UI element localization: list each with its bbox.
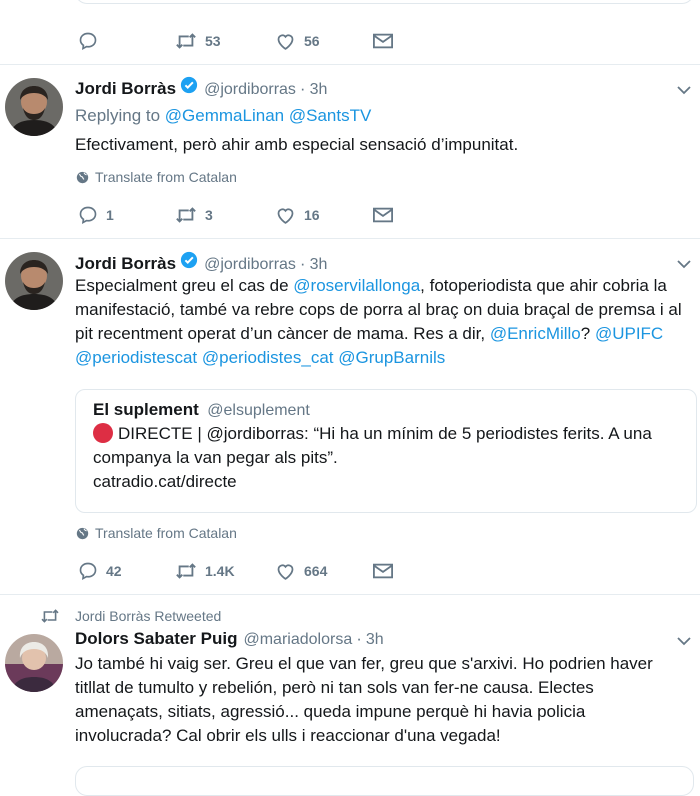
like-button[interactable]: 56 (275, 29, 320, 53)
display-name[interactable]: Jordi Borràs (75, 78, 176, 100)
like-count: 664 (304, 563, 328, 579)
mention-link[interactable]: @GemmaLinan (165, 106, 284, 125)
separator-dot: · (299, 254, 306, 273)
mention-link[interactable]: @UPIFC (595, 324, 663, 343)
globe-icon (76, 527, 89, 539)
replying-prefix: Replying to (75, 106, 161, 125)
tweet-header: Jordi Borràs @jordiborras · 3h (75, 76, 327, 101)
mention-link[interactable]: @periodistes_cat (202, 348, 334, 367)
retweeted-context: Jordi Borràs Retweeted (0, 607, 700, 625)
tweet-text: Especialment greu el cas de @roservilall… (75, 274, 686, 370)
retweet-count: 3 (205, 207, 213, 223)
text-segment: Especialment greu el cas de (75, 276, 294, 295)
quoted-link[interactable]: catradio.cat/directe (93, 470, 684, 494)
display-name[interactable]: Jordi Borràs (75, 253, 176, 275)
like-button[interactable]: 16 (275, 203, 320, 227)
separator-dot: · (356, 629, 362, 648)
reply-icon (79, 32, 97, 51)
envelope-icon (373, 563, 393, 579)
translate-link[interactable]: Translate from Catalan (76, 169, 237, 185)
mention-link[interactable]: @roservilallonga (293, 276, 420, 295)
quoted-body: DIRECTE | @jordiborras: “Hi ha un mínim … (93, 424, 652, 467)
separator-dot: · (299, 79, 306, 98)
quoted-handle: @elsuplement (207, 402, 310, 419)
timestamp[interactable]: 3h (310, 79, 328, 101)
like-count: 56 (304, 33, 320, 49)
mention-link[interactable]: @EnricMillo (490, 324, 581, 343)
mention-link[interactable]: @periodistescat (75, 348, 197, 367)
quoted-tweet[interactable]: El suplement @elsuplement DIRECTE | @jor… (75, 389, 697, 513)
heart-icon (277, 564, 294, 580)
divider (0, 594, 700, 595)
divider (0, 64, 700, 65)
chevron-down-icon[interactable] (676, 256, 692, 272)
envelope-icon (373, 207, 393, 223)
avatar[interactable] (5, 634, 63, 692)
like-count: 16 (304, 207, 320, 223)
retweet-button[interactable]: 1.4K (175, 559, 235, 583)
chevron-down-icon[interactable] (676, 82, 692, 98)
verified-badge-icon (180, 76, 198, 94)
handle[interactable]: @mariadolorsa (243, 629, 352, 651)
translate-link[interactable]: Translate from Catalan (76, 525, 237, 541)
retweet-icon (41, 609, 59, 623)
retweet-count: 53 (205, 33, 221, 49)
avatar[interactable] (5, 78, 63, 136)
reply-count: 42 (106, 563, 122, 579)
message-button[interactable] (373, 29, 393, 53)
mention-link[interactable]: @GrupBarnils (338, 348, 445, 367)
heart-icon (277, 208, 294, 224)
red-circle-icon (93, 423, 113, 443)
translate-label: Translate from Catalan (95, 169, 237, 185)
mention-link[interactable]: @SantsTV (289, 106, 371, 125)
retweet-button[interactable]: 3 (175, 203, 213, 227)
handle[interactable]: @jordiborras (204, 79, 296, 101)
quoted-name: El suplement (93, 400, 199, 419)
retweet-icon (176, 563, 196, 579)
tweet-header: Dolors Sabater Puig @mariadolorsa · 3h (75, 628, 384, 651)
verified-badge-icon (180, 251, 198, 269)
reply-button[interactable] (78, 29, 106, 53)
divider (0, 238, 700, 239)
reply-count: 1 (106, 207, 114, 223)
avatar[interactable] (5, 252, 63, 310)
handle[interactable]: @jordiborras (204, 254, 296, 276)
quoted-header: El suplement @elsuplement (93, 400, 684, 420)
reply-icon (79, 206, 97, 225)
message-button[interactable] (373, 203, 393, 227)
link-card[interactable] (75, 766, 694, 796)
chevron-down-icon[interactable] (676, 633, 692, 649)
previous-card-edge (75, 0, 694, 4)
like-button[interactable]: 664 (275, 559, 327, 583)
reply-button[interactable]: 42 (78, 559, 122, 583)
replying-to: Replying to @GemmaLinan @SantsTV (75, 105, 371, 127)
heart-icon (277, 34, 294, 50)
tweet-text: Efectivament, però ahir amb especial sen… (75, 135, 519, 154)
envelope-icon (373, 33, 393, 49)
retweet-button[interactable]: 53 (175, 29, 221, 53)
reply-icon (79, 562, 97, 581)
display-name[interactable]: Dolors Sabater Puig (75, 628, 237, 650)
avatar-image (5, 252, 63, 310)
tweet-header: Jordi Borràs @jordiborras · 3h (75, 251, 327, 276)
retweet-icon (176, 33, 196, 49)
retweet-count: 1.4K (205, 563, 235, 579)
retweeted-by[interactable]: Jordi Borràs Retweeted (75, 608, 221, 624)
avatar-image (5, 78, 63, 136)
reply-button[interactable]: 1 (78, 203, 114, 227)
translate-label: Translate from Catalan (95, 525, 237, 541)
globe-icon (76, 171, 89, 183)
avatar-image (5, 634, 63, 692)
timestamp[interactable]: 3h (366, 629, 384, 651)
message-button[interactable] (373, 559, 393, 583)
retweet-icon (176, 207, 196, 223)
quoted-text: DIRECTE | @jordiborras: “Hi ha un mínim … (93, 422, 684, 470)
timestamp[interactable]: 3h (310, 254, 328, 276)
tweet-text: Jo també hi vaig ser. Greu el que van fe… (75, 654, 653, 745)
text-segment: ? (580, 324, 595, 343)
